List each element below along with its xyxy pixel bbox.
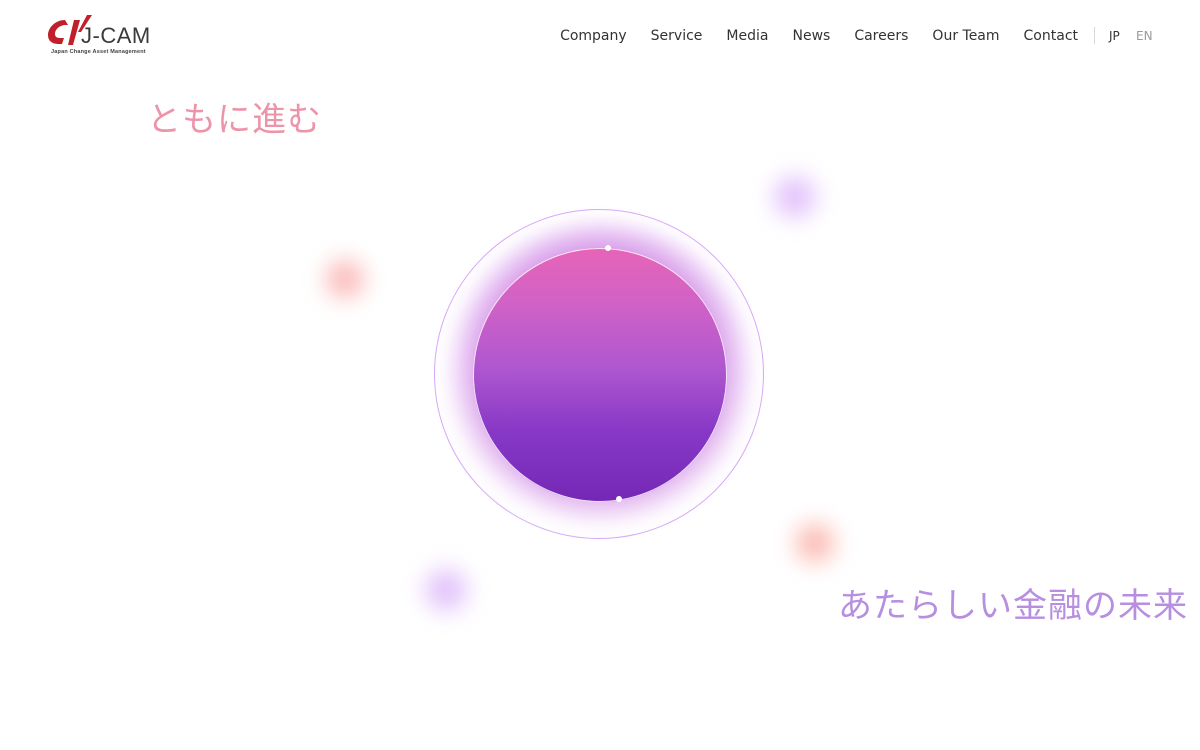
- orb-inner-ring: [473, 248, 727, 502]
- nav-service[interactable]: Service: [651, 26, 703, 46]
- nav-media[interactable]: Media: [726, 26, 768, 46]
- language-jp-link[interactable]: JP: [1109, 28, 1120, 44]
- language-divider: [1094, 27, 1095, 44]
- decorative-lavender-glow: [767, 169, 823, 225]
- language-en-link[interactable]: EN: [1136, 28, 1153, 44]
- site-header: J-CAM Japan Change Asset Management Comp…: [0, 0, 1200, 75]
- main-nav: Company Service Media News Careers Our T…: [536, 26, 1078, 46]
- nav-careers[interactable]: Careers: [854, 26, 908, 46]
- nav-contact[interactable]: Contact: [1024, 26, 1078, 46]
- decorative-pink-glow: [319, 253, 371, 305]
- nav-news[interactable]: News: [792, 26, 830, 46]
- jcam-logo[interactable]: J-CAM Japan Change Asset Management: [47, 14, 162, 60]
- nav-company[interactable]: Company: [560, 26, 627, 46]
- decorative-pink-glow: [789, 517, 841, 569]
- logo-wordmark: J-CAM: [81, 23, 151, 48]
- logo-tagline: Japan Change Asset Management: [51, 49, 146, 55]
- nav-our-team[interactable]: Our Team: [932, 26, 999, 46]
- decorative-lavender-glow: [418, 562, 474, 618]
- hero-headline-bottom: あたらしい金融の未来: [838, 586, 1188, 626]
- orb-orbit-dot: [616, 496, 622, 502]
- hero-headline-top: ともに進む: [147, 100, 322, 140]
- orb-orbit-dot: [605, 245, 611, 251]
